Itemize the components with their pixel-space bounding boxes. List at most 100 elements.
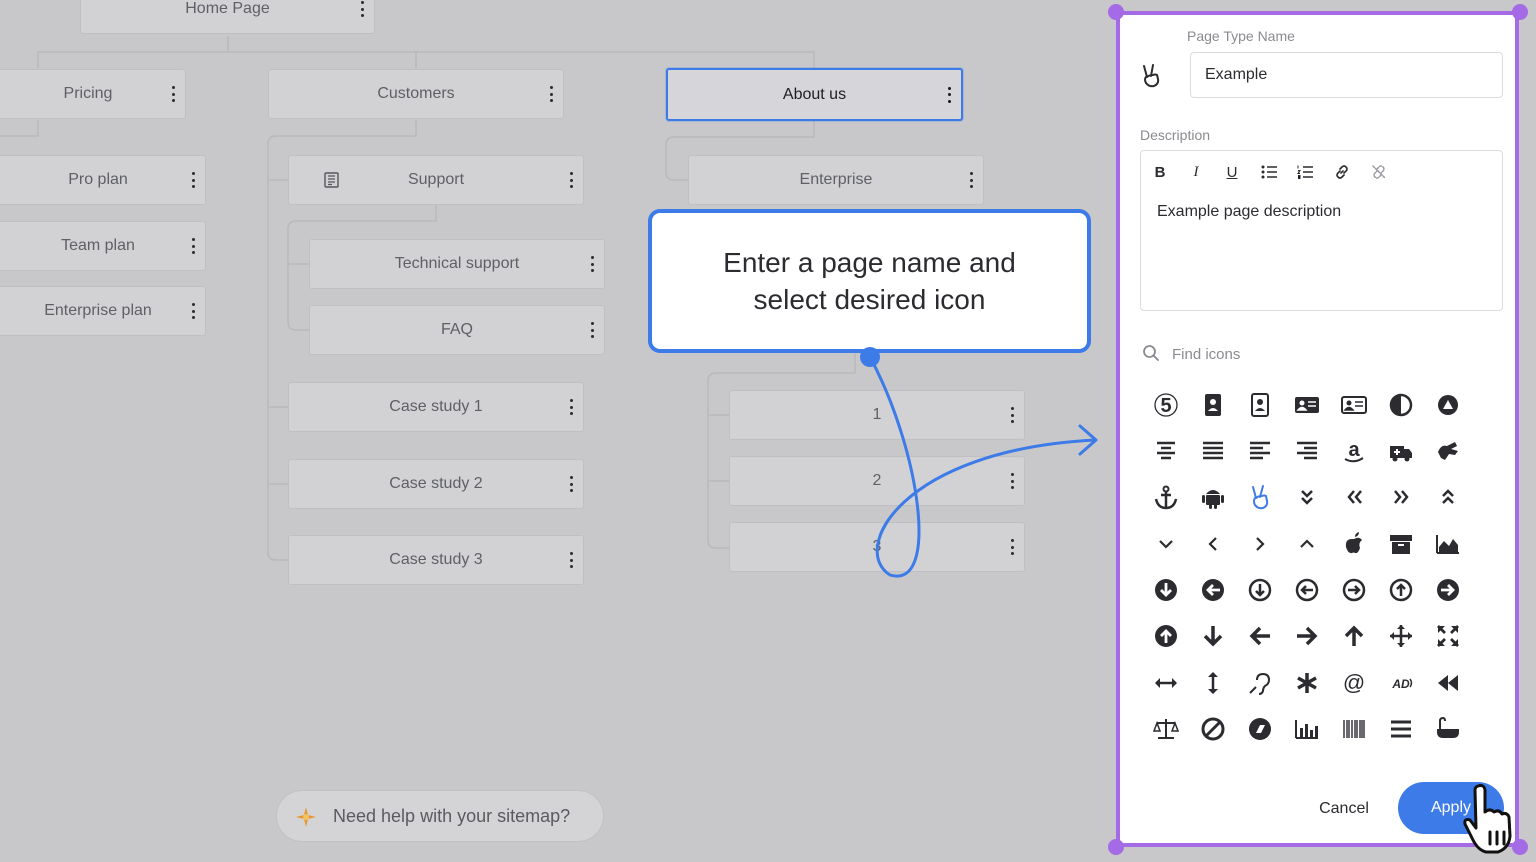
arrow-circle-down-icon[interactable] [1152,576,1180,604]
node-pricing[interactable]: Pricing [0,69,186,119]
node-case-study-3[interactable]: Case study 3 [288,535,584,585]
arrow-circle-left-icon[interactable] [1199,576,1227,604]
node-case-study-2[interactable]: Case study 2 [288,459,584,509]
arrows-vertical-icon[interactable] [1199,669,1227,697]
more-options-icon[interactable] [569,552,573,568]
underline-button[interactable]: U [1221,161,1243,183]
anchor-icon[interactable] [1152,483,1180,511]
more-options-icon[interactable] [569,172,573,188]
page-type-name-input[interactable] [1190,52,1503,98]
victory-hand-icon[interactable] [1246,483,1274,511]
align-center-icon[interactable] [1152,437,1180,465]
align-left-icon[interactable] [1246,437,1274,465]
bars-icon[interactable] [1387,715,1415,743]
arrow-circle-right-outline-icon[interactable] [1340,576,1368,604]
description-text[interactable]: Example page description [1157,203,1341,221]
arrow-circle-up-icon[interactable] [1152,622,1180,650]
cancel-button[interactable]: Cancel [1304,793,1384,825]
arrow-up-icon[interactable] [1340,622,1368,650]
area-chart-icon[interactable] [1434,530,1462,558]
android-icon[interactable] [1199,483,1227,511]
angle-double-up-icon[interactable] [1434,483,1462,511]
node-pro-plan[interactable]: Pro plan [0,155,206,205]
more-options-icon[interactable] [171,86,175,102]
node-technical-support[interactable]: Technical support [309,239,605,289]
balance-scale-icon[interactable] [1152,715,1180,743]
resize-handle[interactable] [1108,4,1124,20]
american-sign-language-icon[interactable] [1434,437,1462,465]
500px-icon[interactable]: 5 [1152,391,1180,419]
adjust-icon[interactable] [1387,391,1415,419]
angle-double-left-icon[interactable] [1340,483,1368,511]
help-chat-button[interactable]: Need help with your sitemap? [276,790,604,842]
unlink-button[interactable] [1368,161,1390,183]
expand-icon[interactable] [1434,622,1462,650]
bandcamp-icon[interactable] [1246,715,1274,743]
node-home[interactable]: Home Page [80,0,375,34]
node-faq[interactable]: FAQ [309,305,605,355]
angle-double-right-icon[interactable] [1387,483,1415,511]
more-options-icon[interactable] [191,172,195,188]
numbered-list-button[interactable] [1294,161,1316,183]
arrow-circle-right-icon[interactable] [1434,576,1462,604]
node-case-study-1[interactable]: Case study 1 [288,382,584,432]
backward-icon[interactable] [1434,669,1462,697]
more-options-icon[interactable] [969,172,973,188]
asterisk-icon[interactable] [1293,669,1321,697]
ambulance-icon[interactable] [1387,437,1415,465]
italic-button[interactable]: I [1185,161,1207,183]
amazon-icon[interactable]: a [1340,437,1368,465]
icon-search[interactable] [1140,340,1503,366]
angle-left-icon[interactable] [1199,530,1227,558]
bullet-list-button[interactable] [1258,161,1280,183]
adn-icon[interactable] [1434,391,1462,419]
arrow-left-icon[interactable] [1246,622,1274,650]
node-about-us[interactable]: About us [666,68,963,121]
resize-handle[interactable] [1512,4,1528,20]
link-button[interactable] [1331,161,1353,183]
angle-double-down-icon[interactable] [1293,483,1321,511]
align-right-icon[interactable] [1293,437,1321,465]
id-card-icon[interactable] [1293,391,1321,419]
arrow-circle-up-outline-icon[interactable] [1387,576,1415,604]
address-book-icon[interactable] [1199,391,1227,419]
node-support[interactable]: Support [288,155,584,205]
arrows-horizontal-icon[interactable] [1152,669,1180,697]
more-options-icon[interactable] [191,238,195,254]
arrow-right-icon[interactable] [1293,622,1321,650]
node-customers[interactable]: Customers [268,69,564,119]
arrow-circle-left-outline-icon[interactable] [1293,576,1321,604]
angle-down-icon[interactable] [1152,530,1180,558]
id-card-outline-icon[interactable] [1340,391,1368,419]
more-options-icon[interactable] [947,86,951,103]
align-justify-icon[interactable] [1199,437,1227,465]
icon-search-input[interactable] [1170,342,1474,366]
more-options-icon[interactable] [549,86,553,102]
more-options-icon[interactable] [360,1,364,17]
angle-up-icon[interactable] [1293,530,1321,558]
archive-icon[interactable] [1387,530,1415,558]
apple-icon[interactable] [1340,530,1368,558]
more-options-icon[interactable] [590,256,594,272]
victory-hand-icon[interactable] [1138,62,1166,90]
bath-icon[interactable] [1434,715,1462,743]
address-card-outline-icon[interactable] [1246,391,1274,419]
arrow-circle-down-outline-icon[interactable] [1246,576,1274,604]
audio-description-icon[interactable]: AD [1387,669,1415,697]
angle-right-icon[interactable] [1246,530,1274,558]
ban-icon[interactable] [1199,715,1227,743]
assistive-listening-icon[interactable] [1246,669,1274,697]
arrow-down-icon[interactable] [1199,622,1227,650]
bar-chart-icon[interactable] [1293,715,1321,743]
at-icon[interactable]: @ [1340,669,1368,697]
more-options-icon[interactable] [569,476,573,492]
node-enterprise-plan[interactable]: Enterprise plan [0,286,206,336]
description-editor[interactable]: B I U Example page description [1140,150,1503,311]
more-options-icon[interactable] [191,303,195,319]
barcode-icon[interactable] [1340,715,1368,743]
bold-button[interactable]: B [1149,161,1171,183]
more-options-icon[interactable] [590,322,594,338]
resize-handle[interactable] [1108,839,1124,855]
node-enterprise[interactable]: Enterprise [688,155,984,205]
node-team-plan[interactable]: Team plan [0,221,206,271]
